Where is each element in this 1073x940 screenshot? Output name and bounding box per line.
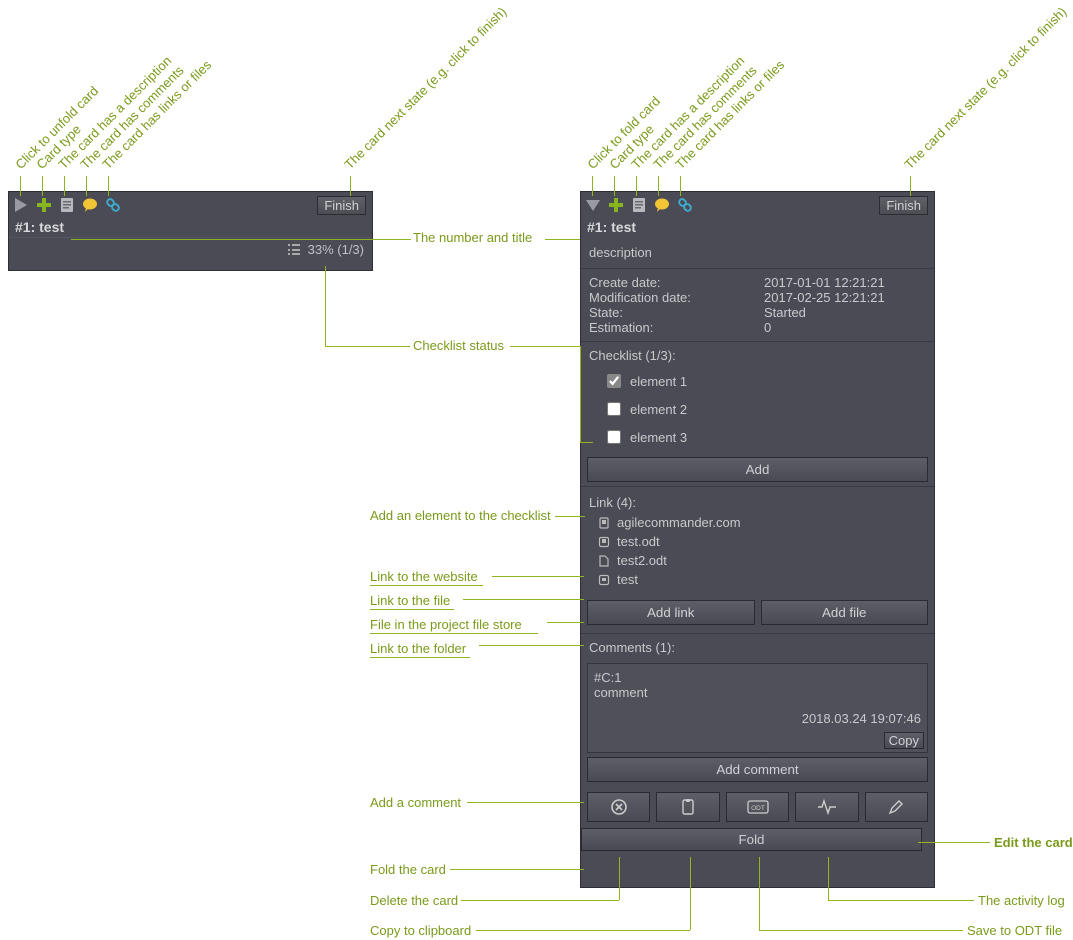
anno-comments2: The card has comments <box>650 63 759 172</box>
comments-section: Comments (1): <box>581 633 934 659</box>
anno-link-folder: Link to the folder <box>370 641 466 656</box>
anno-nextstate2: The card next state (e.g. click to finis… <box>901 4 1069 172</box>
odt-icon: ODT <box>747 798 769 816</box>
anno-fold: Fold the card <box>370 862 446 877</box>
comment-date: 2018.03.24 19:07:46 <box>802 711 921 726</box>
links-icon <box>103 195 123 215</box>
checkbox[interactable] <box>607 430 621 444</box>
checklist-item[interactable]: element 2 <box>589 395 926 423</box>
add-checklist-button[interactable]: Add <box>587 457 928 482</box>
meta-mod-value: 2017-02-25 12:21:21 <box>764 290 885 305</box>
links-section: Link (4): agilecommander.com test.odt te… <box>581 486 934 594</box>
activity-log-button[interactable] <box>795 792 858 822</box>
card-type-icon <box>34 195 54 215</box>
web-link-icon <box>597 516 611 530</box>
card-folded-title: #1: test <box>9 217 372 237</box>
link-item-store[interactable]: test2.odt <box>589 552 926 571</box>
save-odt-button[interactable]: ODT <box>726 792 789 822</box>
meta-estimation-value: 0 <box>764 320 771 335</box>
card-expanded-header: Finish <box>581 192 934 217</box>
comment-id: #C:1 <box>594 670 921 685</box>
delete-card-button[interactable] <box>587 792 650 822</box>
checklist-heading: Checklist (1/3): <box>589 348 926 363</box>
link-label: agilecommander.com <box>617 515 741 530</box>
link-item-web[interactable]: agilecommander.com <box>589 514 926 533</box>
activity-icon <box>817 798 837 816</box>
add-comment-button[interactable]: Add comment <box>587 757 928 782</box>
anno-link-store: File in the project file store <box>370 617 522 632</box>
anno-nextstate: The card next state (e.g. click to finis… <box>341 4 509 172</box>
fold-button[interactable]: Fold <box>581 828 922 851</box>
store-file-icon <box>597 554 611 568</box>
description-icon <box>57 195 77 215</box>
meta-create-value: 2017-01-01 12:21:21 <box>764 275 885 290</box>
description-text: description <box>589 245 652 260</box>
unfold-icon[interactable] <box>11 195 31 215</box>
anno-add-comment: Add a comment <box>370 795 461 810</box>
card-type-icon <box>606 195 626 215</box>
checklist-label: element 3 <box>630 430 687 445</box>
comments-icon <box>80 195 100 215</box>
finish-button[interactable]: Finish <box>879 196 928 215</box>
comment-text: comment <box>594 685 921 700</box>
comments-heading: Comments (1): <box>589 640 926 655</box>
action-row: ODT <box>581 786 934 828</box>
anno-delete: Delete the card <box>370 893 458 908</box>
clipboard-icon <box>679 798 697 816</box>
checkbox[interactable] <box>607 374 621 388</box>
add-link-button[interactable]: Add link <box>587 600 755 625</box>
meta-mod-label: Modification date: <box>589 290 764 305</box>
file-link-icon <box>597 535 611 549</box>
link-label: test2.odt <box>617 553 667 568</box>
card-folded: Finish #1: test 33% (1/3) <box>8 191 373 271</box>
checklist-section: Checklist (1/3): element 1 element 2 ele… <box>581 341 934 453</box>
checkbox[interactable] <box>607 402 621 416</box>
anno-title: The number and title <box>413 230 532 245</box>
fold-icon[interactable] <box>583 195 603 215</box>
anno-add-checklist: Add an element to the checklist <box>370 508 551 523</box>
anno-copy: Copy to clipboard <box>370 923 471 938</box>
link-label: test <box>617 572 638 587</box>
anno-save-odt: Save to ODT file <box>967 923 1062 938</box>
copy-clipboard-button[interactable] <box>656 792 719 822</box>
card-expanded: Finish #1: test description Create date:… <box>580 191 935 888</box>
edit-card-button[interactable] <box>865 792 928 822</box>
card-expanded-title: #1: test <box>581 217 934 237</box>
checklist-item[interactable]: element 1 <box>589 367 926 395</box>
checklist-icon <box>286 244 300 258</box>
links-icon <box>675 195 695 215</box>
checklist-label: element 1 <box>630 374 687 389</box>
delete-icon <box>610 798 628 816</box>
description-icon <box>629 195 649 215</box>
finish-button[interactable]: Finish <box>317 196 366 215</box>
link-item-file[interactable]: test.odt <box>589 533 926 552</box>
folder-link-icon <box>597 573 611 587</box>
checklist-fraction: (1/3) <box>337 242 364 257</box>
anno-checklist: Checklist status <box>413 338 504 353</box>
anno-link-file: Link to the file <box>370 593 450 608</box>
add-file-button[interactable]: Add file <box>761 600 929 625</box>
meta-state-value: Started <box>764 305 806 320</box>
pencil-icon <box>887 798 905 816</box>
meta-create-label: Create date: <box>589 275 764 290</box>
description-section: description <box>581 237 934 268</box>
checklist-percent: 33% <box>308 242 334 257</box>
comments-icon <box>652 195 672 215</box>
meta-section: Create date:2017-01-01 12:21:21 Modifica… <box>581 268 934 341</box>
links-heading: Link (4): <box>589 495 926 510</box>
checklist-status: 33% (1/3) <box>9 237 372 263</box>
anno-comments: The card has comments <box>77 63 186 172</box>
meta-state-label: State: <box>589 305 764 320</box>
link-item-folder[interactable]: test <box>589 571 926 590</box>
anno-edit: Edit the card <box>994 835 1073 850</box>
checklist-label: element 2 <box>630 402 687 417</box>
comment-box: #C:1 comment 2018.03.24 19:07:46 Copy <box>587 663 928 753</box>
copy-comment-button[interactable]: Copy <box>884 732 924 749</box>
checklist-item[interactable]: element 3 <box>589 423 926 451</box>
meta-estimation-label: Estimation: <box>589 320 764 335</box>
anno-activity: The activity log <box>978 893 1065 908</box>
link-label: test.odt <box>617 534 660 549</box>
svg-text:ODT: ODT <box>751 805 765 812</box>
anno-link-web: Link to the website <box>370 569 478 584</box>
